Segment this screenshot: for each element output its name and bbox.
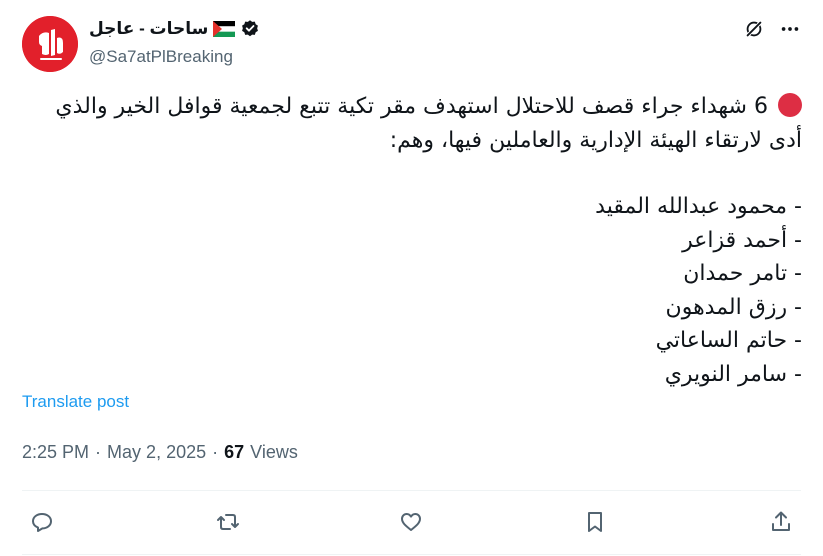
grok-icon[interactable]	[743, 18, 765, 40]
author-name[interactable]: ساحات - عاجل	[89, 19, 208, 39]
author-row[interactable]: ساحات - عاجل	[89, 16, 260, 42]
share-button[interactable]	[769, 510, 793, 534]
verified-badge-icon	[242, 20, 259, 37]
bookmark-button[interactable]	[583, 510, 607, 534]
header-actions	[743, 18, 801, 40]
post-line: - تامر حمدان	[683, 261, 802, 286]
divider	[22, 490, 801, 491]
translate-post-link[interactable]: Translate post	[22, 392, 129, 412]
post-line: - محمود عبدالله المقيد	[595, 194, 802, 219]
post-date[interactable]: May 2, 2025	[107, 442, 206, 463]
post-blank-line	[22, 157, 802, 190]
like-button[interactable]	[399, 510, 423, 534]
views-count[interactable]: 67	[224, 442, 244, 463]
post-line: - أحمد قزاعر	[682, 227, 802, 253]
more-dots-icon[interactable]	[779, 18, 801, 40]
action-bar	[22, 506, 801, 538]
views-label: Views	[250, 442, 298, 462]
repost-icon	[217, 514, 239, 530]
post-text: 6 شهداء جراء قصف للاحتلال استهدف مقر تكي…	[22, 90, 802, 391]
post-meta: 2:25 PM · May 2, 2025 · 67 Views	[22, 442, 298, 463]
repost-button[interactable]	[216, 510, 240, 534]
meta-separator: ·	[212, 442, 219, 462]
post-line: أدى لارتقاء الهيئة الإدارية والعاملين في…	[389, 127, 802, 153]
post-time[interactable]: 2:25 PM	[22, 442, 89, 463]
meta-separator: ·	[95, 442, 102, 462]
bookmark-icon	[588, 512, 602, 532]
author-handle[interactable]: @Sa7atPlBreaking	[89, 47, 233, 67]
post-line: - رزق المدهون	[665, 294, 802, 320]
like-icon	[401, 513, 421, 531]
reply-button[interactable]	[30, 510, 54, 534]
post-line: 6 شهداء جراء قصف للاحتلال استهدف مقر تكي…	[22, 90, 802, 124]
palestine-flag-icon	[213, 21, 236, 37]
avatar[interactable]	[22, 16, 78, 72]
red-circle-icon	[778, 93, 802, 117]
share-icon	[772, 511, 790, 531]
post-line: - حاتم الساعاتي	[655, 328, 802, 353]
reply-icon	[32, 513, 52, 532]
divider	[22, 554, 801, 555]
post-line: - سامر النويري	[664, 361, 802, 387]
sahat-logo-icon	[22, 16, 78, 72]
